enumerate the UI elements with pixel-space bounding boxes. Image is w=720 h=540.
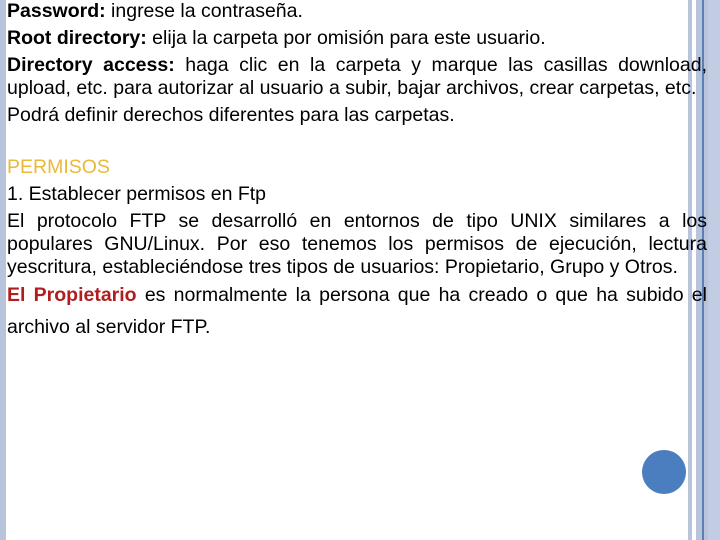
password-paragraph: Password: ingrese la contraseña.: [7, 0, 707, 23]
root-directory-text: elija la carpeta por omisión para este u…: [146, 27, 546, 49]
slide-content: Password: ingrese la contraseña. Root di…: [7, 0, 707, 343]
root-directory-label: Root directory:: [7, 27, 147, 49]
password-label: Password:: [7, 0, 106, 22]
decorative-circle: [642, 450, 686, 494]
owner-paragraph: El Propietario es normalmente la persona…: [7, 279, 707, 343]
rights-paragraph: Podrá definir derechos diferentes para l…: [7, 104, 455, 126]
root-directory-paragraph: Root directory: elija la carpeta por omi…: [7, 27, 707, 50]
directory-access-paragraph: Directory access: haga clic en la carpet…: [7, 54, 707, 100]
ftp-protocol-paragraph: El protocolo FTP se desarrolló en entorn…: [7, 210, 707, 278]
password-text: ingrese la contraseña.: [105, 0, 303, 22]
directory-access-label: Directory access:: [7, 54, 175, 76]
permisos-heading: PERMISOS: [7, 156, 110, 178]
stripe: [708, 0, 720, 540]
step-1: 1. Establecer permisos en Ftp: [7, 183, 267, 205]
owner-label: El Propietario: [7, 284, 137, 306]
left-decorative-stripe: [0, 0, 6, 540]
